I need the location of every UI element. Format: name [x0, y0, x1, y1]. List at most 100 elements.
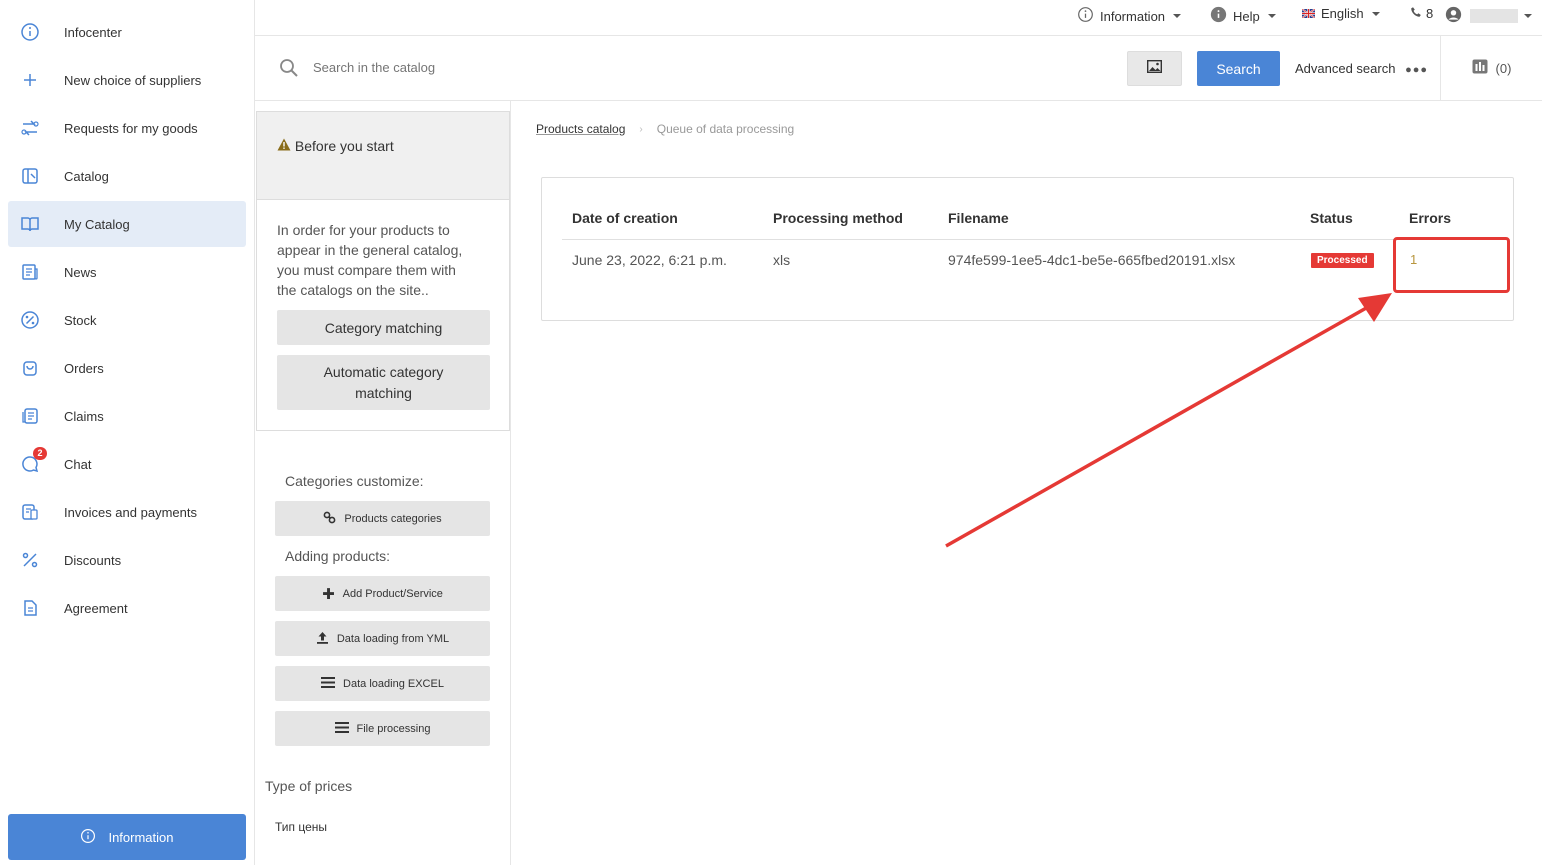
column-header-filename[interactable]: Filename [948, 210, 1009, 226]
data-loading-yml-button[interactable]: Data loading from YML [275, 621, 490, 656]
help-menu[interactable]: Help [1210, 6, 1276, 26]
info-icon [80, 828, 96, 847]
sidebar-item-chat[interactable]: 2 Chat [8, 441, 246, 487]
sidebar-item-requests-for-my-goods[interactable]: Requests for my goods [8, 105, 246, 151]
breadcrumb-products-catalog[interactable]: Products catalog [536, 122, 625, 136]
search-input[interactable] [313, 60, 1013, 75]
products-categories-button[interactable]: Products categories [275, 501, 490, 536]
claims-icon [20, 406, 42, 426]
column-header-date[interactable]: Date of creation [572, 210, 678, 226]
column-header-status[interactable]: Status [1310, 210, 1353, 226]
link-icon [323, 511, 336, 527]
before-you-start-text: In order for your products to appear in … [277, 222, 463, 298]
column-header-method[interactable]: Processing method [773, 210, 903, 226]
search-button[interactable]: Search [1197, 51, 1280, 86]
sidebar-item-label: Chat [64, 456, 92, 472]
advanced-search-label: Advanced search [1295, 61, 1396, 76]
exchange-icon [20, 118, 42, 138]
type-of-prices-label: Type of prices [265, 778, 353, 794]
chat-unread-badge: 2 [33, 447, 47, 460]
sidebar-item-label: Claims [64, 408, 104, 424]
automatic-category-matching-button[interactable]: Automatic category matching [277, 355, 490, 410]
sidebar-item-label: Agreement [64, 600, 128, 616]
language-menu[interactable]: English [1301, 6, 1380, 21]
sidebar-item-news[interactable]: News [8, 249, 246, 295]
help-menu-label: Help [1233, 8, 1260, 24]
list-icon [321, 676, 336, 691]
search-icon [279, 58, 299, 83]
more-dots-icon: ●●● [1405, 64, 1429, 76]
phone-icon [1410, 6, 1422, 21]
data-loading-yml-label: Data loading from YML [336, 632, 450, 645]
upload-icon [316, 631, 329, 647]
before-you-start-header: Before you start [257, 112, 509, 200]
products-categories-label: Products categories [344, 512, 442, 525]
news-icon [20, 262, 42, 282]
sidebar-item-stock[interactable]: Stock [8, 297, 246, 343]
sidebar-item-discounts[interactable]: Discounts [8, 537, 246, 583]
before-you-start-title: Before you start [294, 138, 394, 154]
invoice-icon [20, 502, 42, 522]
sidebar-item-my-catalog[interactable]: My Catalog [8, 201, 246, 247]
sidebar: Infocenter New choice of suppliers Reque… [0, 0, 255, 865]
user-avatar-icon [1445, 6, 1462, 26]
sidebar-item-claims[interactable]: Claims [8, 393, 246, 439]
percent-icon [20, 550, 42, 570]
user-name-redacted [1470, 9, 1518, 23]
chevron-down-icon [1371, 11, 1380, 16]
info-icon [20, 22, 42, 42]
sidebar-item-infocenter[interactable]: Infocenter [8, 9, 246, 55]
sidebar-item-label: News [64, 264, 97, 280]
chevron-down-icon [1524, 14, 1532, 18]
chart-icon [1472, 59, 1488, 77]
list-icon [334, 721, 349, 736]
sidebar-item-label: My Catalog [64, 216, 130, 232]
information-button[interactable]: Information [8, 814, 246, 860]
sidebar-item-label: Stock [64, 312, 97, 328]
language-menu-label: English [1321, 6, 1364, 21]
cell-method: xls [773, 252, 791, 268]
add-product-service-button[interactable]: ✚ Add Product/Service [275, 576, 490, 611]
sidebar-item-orders[interactable]: Orders [8, 345, 246, 391]
breadcrumb: Products catalog › Queue of data process… [536, 122, 794, 136]
data-loading-excel-button[interactable]: Data loading EXCEL [275, 666, 490, 701]
chevron-right-icon: › [639, 123, 643, 135]
percent-circle-icon [20, 310, 42, 330]
column-header-errors[interactable]: Errors [1409, 210, 1451, 226]
sidebar-item-label: Requests for my goods [64, 120, 198, 136]
phone-count: 8 [1426, 6, 1434, 21]
file-processing-label: File processing [356, 722, 431, 735]
user-menu[interactable] [1445, 6, 1532, 26]
catalog-icon [20, 166, 42, 186]
bag-icon [20, 358, 42, 378]
file-processing-button[interactable]: File processing [275, 711, 490, 746]
plus-icon: ✚ [322, 585, 335, 603]
document-icon [20, 598, 42, 618]
sidebar-item-label: Discounts [64, 552, 122, 568]
processing-queue-table: Date of creation Processing method Filen… [541, 177, 1514, 321]
sidebar-item-invoices-and-payments[interactable]: Invoices and payments [8, 489, 246, 535]
information-menu[interactable]: Information [1077, 6, 1182, 26]
add-product-label: Add Product/Service [342, 587, 443, 600]
info-icon [1077, 6, 1094, 26]
sidebar-item-label: New choice of suppliers [64, 72, 202, 88]
sidebar-item-label: Infocenter [64, 24, 122, 40]
price-type-link[interactable]: Тип цены [275, 820, 327, 834]
sidebar-item-catalog[interactable]: Catalog [8, 153, 246, 199]
sidebar-item-new-choice-of-suppliers[interactable]: New choice of suppliers [8, 57, 246, 103]
chevron-down-icon [1173, 14, 1182, 18]
compare-button[interactable]: (0) [1440, 36, 1542, 100]
warning-icon [277, 138, 291, 154]
top-utility-bar: Information Help English 8 [255, 0, 1542, 30]
sidebar-item-agreement[interactable]: Agreement [8, 585, 246, 631]
phone-link[interactable]: 8 [1410, 6, 1433, 21]
cell-date: June 23, 2022, 6:21 p.m. [572, 252, 727, 268]
category-matching-button[interactable]: Category matching [277, 310, 490, 345]
advanced-search-link[interactable]: Advanced search ●●● [1295, 61, 1428, 76]
cell-filename: 974fe599-1ee5-4dc1-be5e-665fbed20191.xls… [948, 252, 1236, 268]
categories-customize-label: Categories customize: [285, 473, 424, 489]
image-search-button[interactable] [1127, 51, 1182, 86]
compare-count: (0) [1495, 60, 1512, 76]
plus-icon [20, 70, 42, 90]
search-bar: Search Advanced search ●●● (0) [255, 35, 1542, 101]
